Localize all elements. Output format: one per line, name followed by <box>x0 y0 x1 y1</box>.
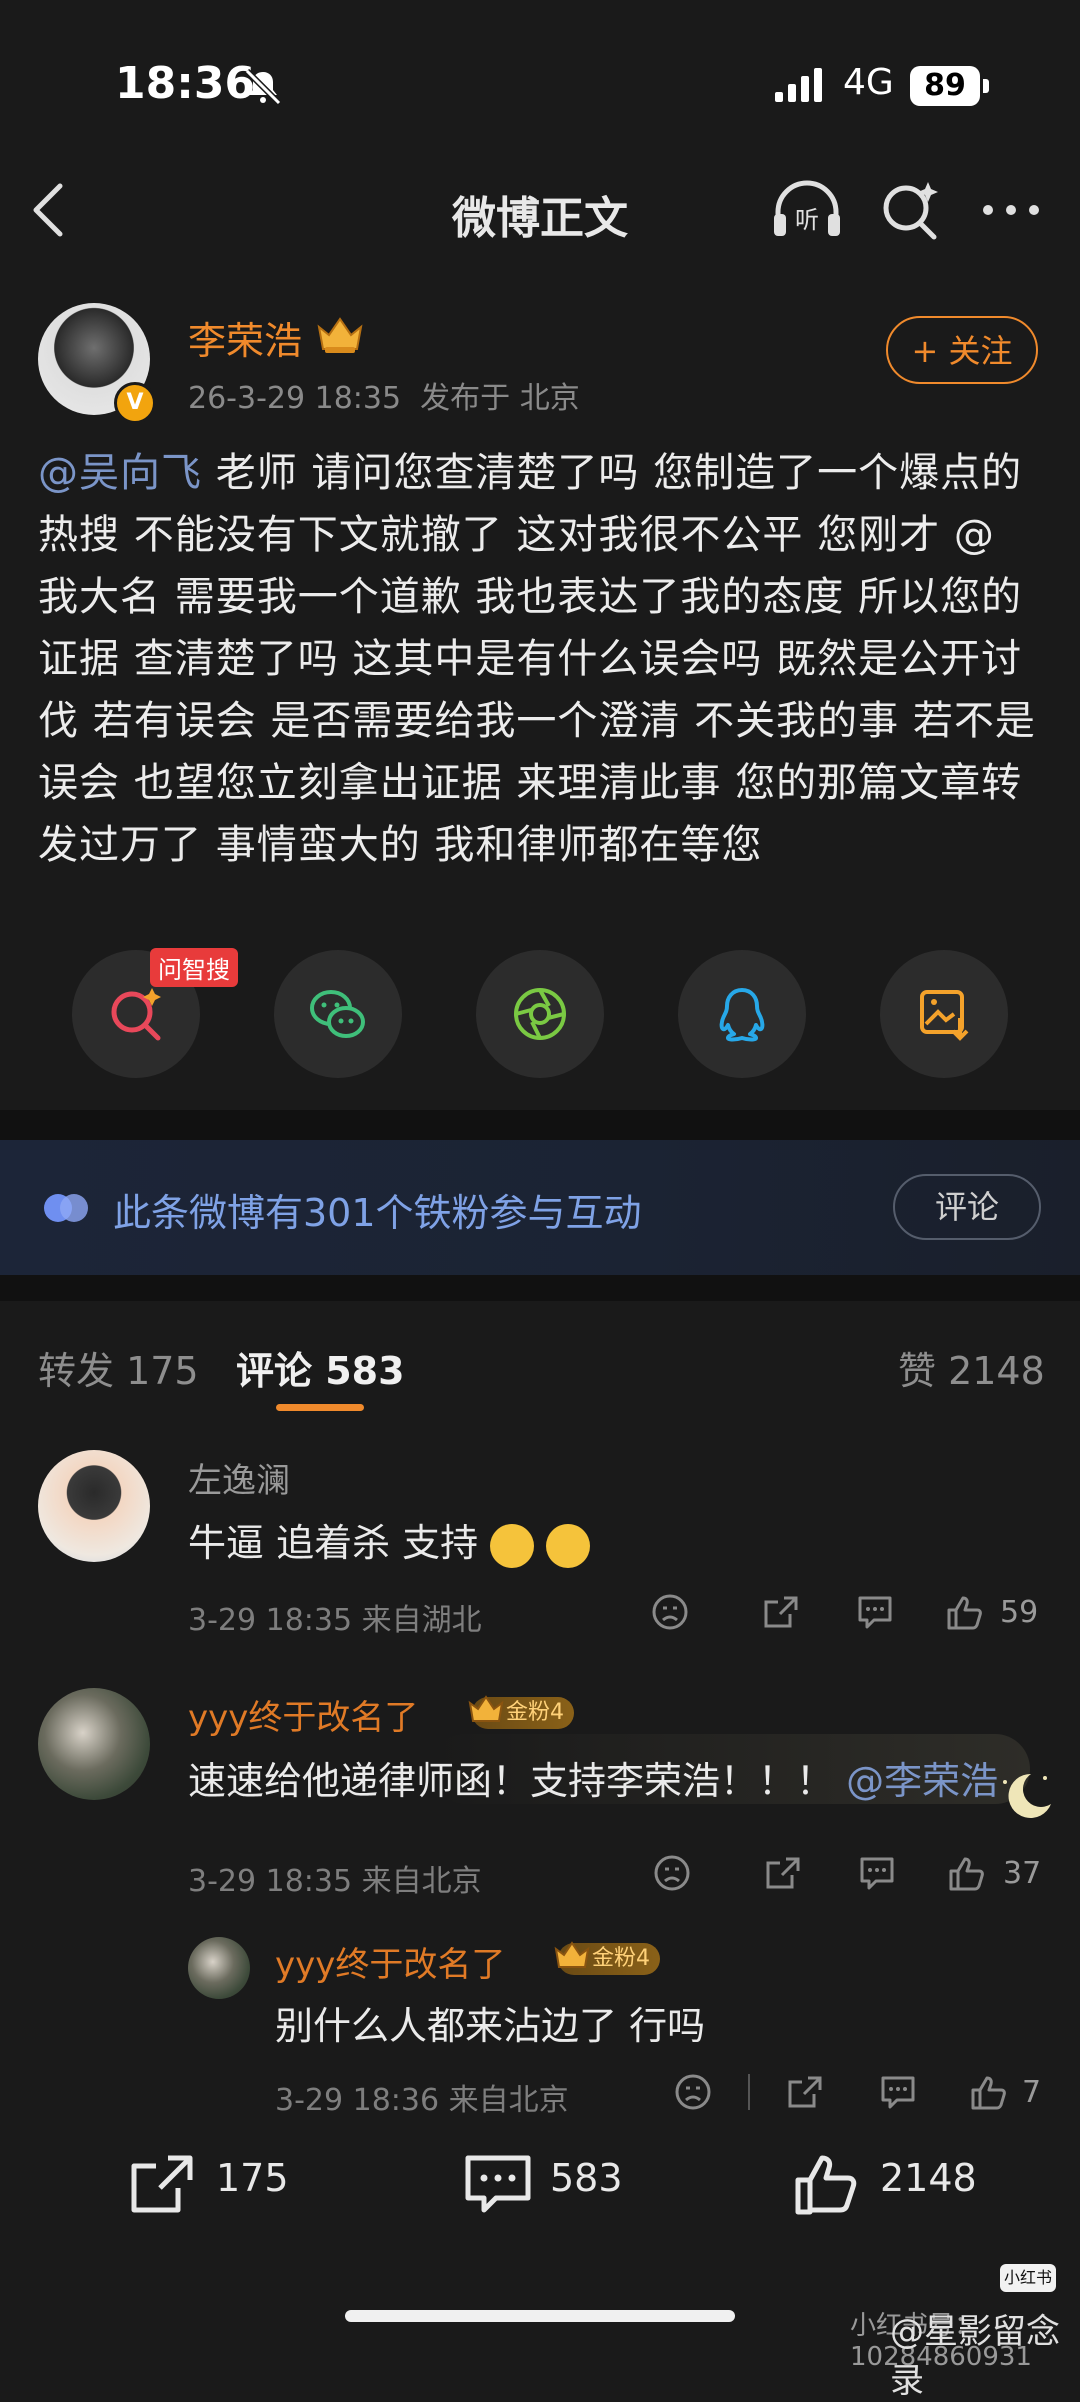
reply-icon[interactable] <box>855 1592 895 1632</box>
fans-icon <box>44 1194 88 1222</box>
comment-count[interactable]: 583 <box>550 2156 623 2200</box>
section-divider <box>0 1110 1080 1140</box>
share-wechat-button[interactable] <box>274 950 402 1078</box>
svg-text:听: 听 <box>795 206 819 234</box>
dislike-icon[interactable] <box>650 1592 690 1632</box>
battery-icon <box>983 79 989 93</box>
image-download-icon <box>920 990 969 1041</box>
repost-count[interactable]: 175 <box>216 2156 289 2200</box>
section-divider <box>0 1275 1080 1301</box>
ai-search-icon <box>111 988 161 1041</box>
author-name[interactable]: 李荣浩 <box>188 310 302 365</box>
like-icon[interactable] <box>945 1592 985 1632</box>
status-time: 18:36 <box>115 58 256 109</box>
comment-body: 牛逼 追着杀 支持 <box>188 1521 479 1565</box>
crown-badge-icon <box>554 1941 590 1968</box>
share-icon[interactable] <box>786 2072 826 2112</box>
comment-text: 速速给他递律师函！支持李荣浩！！！ @李荣浩 <box>188 1750 998 1805</box>
wechat-icon <box>310 990 365 1038</box>
active-tab-indicator <box>276 1404 364 1411</box>
reply-meta: 3-29 18:36 来自北京 <box>275 2083 569 2118</box>
post-meta: 26-3-29 18:35 发布于 北京 <box>188 373 580 417</box>
bell-muted-icon <box>244 68 282 106</box>
fan-badge-label: 金粉4 <box>592 1946 650 1971</box>
share-moments-button[interactable] <box>476 950 604 1078</box>
verified-icon: V <box>114 382 156 424</box>
tab-comment[interactable]: 评论 583 <box>236 1340 405 1395</box>
repost-icon[interactable] <box>128 2148 200 2220</box>
comment-meta: 3-29 18:35 来自湖北 <box>188 1603 482 1638</box>
like-count: 7 <box>1022 2075 1042 2110</box>
comment-avatar[interactable] <box>38 1688 150 1800</box>
comment-username[interactable]: 左逸澜 <box>188 1453 290 1502</box>
moments-icon <box>514 988 566 1040</box>
fans-text: 此条微博有301个铁粉参与互动 <box>113 1191 642 1235</box>
comment-text: 牛逼 追着杀 支持 <box>188 1512 591 1568</box>
post-text: 老师 请问您查清楚了吗 您制造了一个爆点的热搜 不能没有下文就撤了 这对我很不公… <box>38 450 1036 868</box>
search-icon[interactable] <box>878 178 942 242</box>
watermark-logo: 小红书 <box>1000 2264 1056 2292</box>
reply-username[interactable]: yyy终于改名了 <box>275 1937 505 1986</box>
emoji-icon <box>490 1523 535 1568</box>
reply-icon[interactable] <box>878 2072 918 2112</box>
mention-link[interactable]: @吴向飞 <box>38 450 202 496</box>
comment-username[interactable]: yyy终于改名了 <box>188 1690 418 1739</box>
comment-body: 速速给他递律师函！支持李荣浩！！！ <box>188 1759 835 1803</box>
signal-icon <box>775 68 822 102</box>
watermark-name: @星影留念录 <box>890 2312 1060 2401</box>
share-qq-button[interactable] <box>678 950 806 1078</box>
comment-avatar[interactable] <box>38 1450 150 1562</box>
fans-comment-button[interactable]: 评论 <box>893 1174 1041 1240</box>
post-location: 发布于 北京 <box>420 381 580 416</box>
like-count: 59 <box>1000 1595 1039 1630</box>
save-image-button[interactable] <box>880 950 1008 1078</box>
reply-text: 别什么人都来沾边了 行吗 <box>275 2004 706 2048</box>
more-icon[interactable] <box>980 195 1042 225</box>
mention-link[interactable]: @李荣浩 <box>846 1759 998 1803</box>
dislike-icon[interactable] <box>673 2072 713 2112</box>
share-icon[interactable] <box>762 1592 802 1632</box>
reply-icon[interactable] <box>857 1853 897 1893</box>
reply-avatar[interactable] <box>188 1937 250 1999</box>
battery-level: 89 <box>910 66 980 106</box>
dislike-icon[interactable] <box>652 1853 692 1893</box>
fan-badge: 金粉4 <box>468 1695 574 1729</box>
comment-icon[interactable] <box>462 2148 534 2220</box>
like-icon[interactable] <box>792 2148 864 2220</box>
share-icon[interactable] <box>764 1853 804 1893</box>
post-time: 26-3-29 18:35 <box>188 381 402 416</box>
tab-repost[interactable]: 转发 175 <box>38 1340 199 1395</box>
fan-badge: 金粉4 <box>554 1941 660 1975</box>
comment-meta: 3-29 18:35 来自北京 <box>188 1864 482 1899</box>
like-icon[interactable] <box>947 1853 987 1893</box>
moon-decoration-icon <box>1003 1773 1051 1818</box>
qq-icon <box>719 988 765 1042</box>
post-content: @吴向飞 老师 请问您查清楚了吗 您制造了一个爆点的热搜 不能没有下文就撤了 这… <box>38 442 1048 876</box>
emoji-icon <box>546 1523 591 1568</box>
network-type: 4G <box>843 62 894 103</box>
like-count[interactable]: 2148 <box>880 2156 977 2200</box>
crown-badge-icon <box>468 1695 504 1722</box>
home-indicator[interactable] <box>345 2310 735 2322</box>
action-divider <box>748 2074 750 2110</box>
crown-badge-icon <box>317 317 363 353</box>
listen-icon[interactable]: 听 <box>770 178 844 242</box>
tab-like[interactable]: 赞 2148 <box>898 1340 1045 1395</box>
ask-search-tag: 问智搜 <box>150 948 238 987</box>
like-count: 37 <box>1003 1856 1042 1891</box>
like-icon[interactable] <box>969 2072 1009 2112</box>
fan-badge-label: 金粉4 <box>506 1700 564 1725</box>
follow-button[interactable]: + 关注 <box>886 316 1038 384</box>
